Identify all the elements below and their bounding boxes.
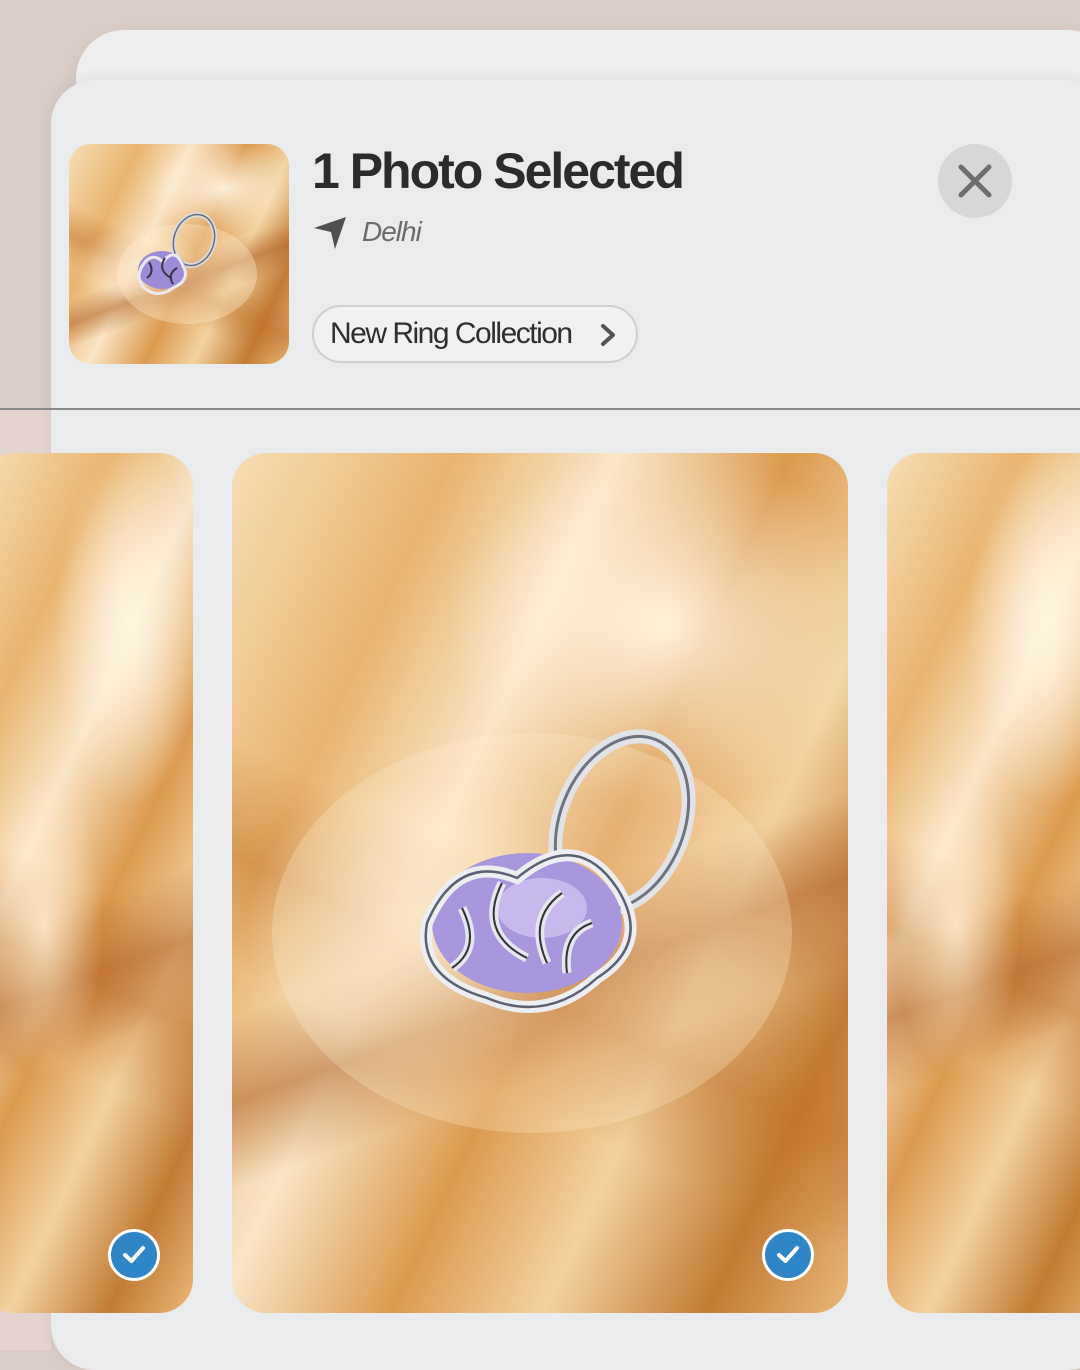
checkmark-icon xyxy=(123,1246,145,1263)
photo-left-selected-badge[interactable] xyxy=(108,1229,160,1281)
ring-image xyxy=(117,212,257,324)
close-button[interactable] xyxy=(938,144,1012,218)
photo-main-selected-badge[interactable] xyxy=(762,1229,814,1281)
photo-right[interactable] xyxy=(887,453,1080,1313)
chevron-right-icon xyxy=(601,324,615,346)
album-label: New Ring Collection xyxy=(330,317,573,350)
ring-image xyxy=(272,729,792,1133)
location-label: Delhi xyxy=(362,216,422,247)
selection-title: 1 Photo Selected xyxy=(312,143,685,199)
location-arrow-icon xyxy=(314,217,346,249)
photo-main[interactable] xyxy=(232,453,848,1313)
checkmark-icon xyxy=(777,1246,799,1263)
selected-photo-thumbnail[interactable] xyxy=(69,144,289,364)
photo-left[interactable] xyxy=(0,453,193,1313)
header-divider xyxy=(0,408,1080,410)
close-icon xyxy=(958,164,992,198)
album-button[interactable]: New Ring Collection xyxy=(312,305,638,363)
location-row: Delhi xyxy=(312,212,422,252)
